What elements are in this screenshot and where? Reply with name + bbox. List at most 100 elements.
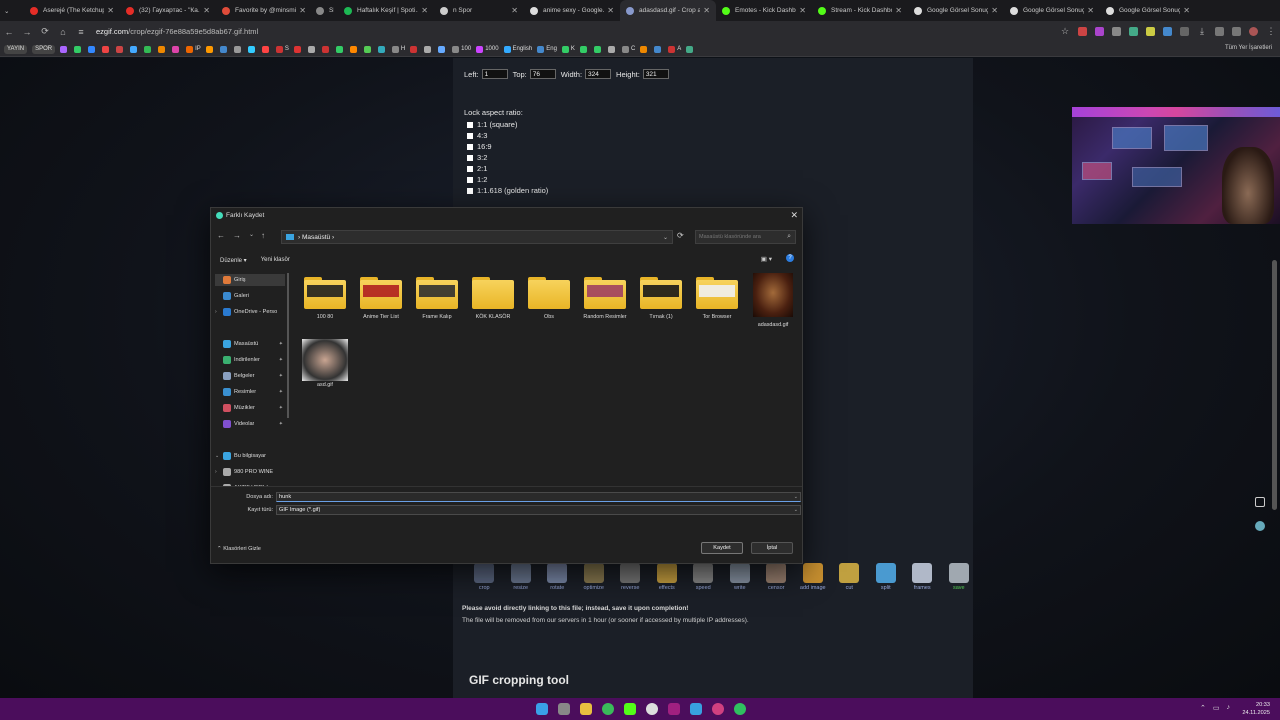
tab-close-icon[interactable]: ✕ xyxy=(1087,6,1094,15)
task-view-icon[interactable] xyxy=(558,703,570,715)
expand-chevron-icon[interactable]: ⌄ xyxy=(215,453,223,459)
tool-reverse[interactable]: reverse xyxy=(612,563,649,591)
aspect-ratio-option[interactable]: 16:9 xyxy=(464,141,548,152)
bookmark-item[interactable] xyxy=(172,45,181,53)
chevron-down-icon[interactable]: ⌄ xyxy=(663,234,668,241)
bookmark-item[interactable] xyxy=(205,45,215,53)
tab-close-icon[interactable]: ✕ xyxy=(511,6,518,15)
folder-item[interactable]: KÖK KLASÖR xyxy=(465,273,521,321)
bookmark-item[interactable]: 100 xyxy=(452,45,471,53)
folder-item[interactable]: Random Resimler xyxy=(577,273,633,321)
nav-item[interactable]: ⌄ Bu bilgisayar xyxy=(215,450,285,462)
bookmark-item[interactable] xyxy=(74,45,83,53)
bookmark-item[interactable] xyxy=(579,45,589,53)
reload-icon[interactable]: ⟳ xyxy=(36,26,54,37)
bookmark-item[interactable] xyxy=(335,45,345,53)
folder-item[interactable]: 100 80 xyxy=(297,273,353,321)
height-input[interactable]: 321 xyxy=(642,69,669,79)
avatar[interactable] xyxy=(1249,27,1258,36)
browser-tab[interactable]: Google Görsel Sonuç... ✕ xyxy=(1100,0,1196,21)
folder-item[interactable]: Obs xyxy=(521,273,577,321)
browser-tab[interactable]: Google Görsel Sonuç... ✕ xyxy=(1004,0,1100,21)
browser-tab[interactable]: anime sexy - Google... ✕ xyxy=(524,0,620,21)
tool-optimize[interactable]: optimize xyxy=(576,563,613,591)
checkbox[interactable] xyxy=(467,143,473,150)
top-input[interactable]: 76 xyxy=(529,69,556,79)
checkbox[interactable] xyxy=(467,165,473,172)
checkbox[interactable] xyxy=(467,187,473,194)
nav-item[interactable]: › OneDrive - Perso xyxy=(215,306,285,318)
back-arrow-icon[interactable]: ← xyxy=(217,231,233,240)
width-input[interactable]: 324 xyxy=(585,69,612,79)
tool-save[interactable]: save xyxy=(941,563,978,591)
aspect-ratio-option[interactable]: 3:2 xyxy=(464,152,548,163)
aspect-ratio-option[interactable]: 1:1 (square) xyxy=(464,119,548,130)
browser-tab[interactable]: adasdasd.gif - Crop a... ✕ xyxy=(620,0,716,21)
star-icon[interactable]: ☆ xyxy=(1056,26,1074,37)
checkbox[interactable] xyxy=(467,176,473,183)
view-options-icon[interactable]: ▣ ▾ xyxy=(761,255,772,263)
copilot-icon[interactable] xyxy=(1255,521,1265,531)
bookmark-item[interactable] xyxy=(247,45,257,53)
menu-icon[interactable]: ⋮ xyxy=(1262,26,1280,37)
bookmark-item[interactable]: C xyxy=(621,45,635,53)
bookmark-item[interactable] xyxy=(349,45,359,53)
forward-icon[interactable]: → xyxy=(18,27,36,37)
bookmark-item[interactable]: SPOR xyxy=(32,44,56,54)
extension-icon[interactable] xyxy=(1129,27,1138,36)
bookmark-item[interactable] xyxy=(219,45,229,53)
folder-item[interactable]: Tor Browser xyxy=(689,273,745,321)
save-button[interactable]: Kaydet xyxy=(701,542,743,554)
tab-list-button[interactable]: ⌄ xyxy=(0,0,24,21)
bookmark-item[interactable] xyxy=(307,45,317,53)
tool-crop[interactable]: crop xyxy=(466,563,503,591)
bookmark-item[interactable] xyxy=(261,45,271,53)
recent-chevron-icon[interactable]: ⌄ xyxy=(249,231,261,240)
bookmark-item[interactable]: A xyxy=(668,45,681,53)
bookmark-item[interactable] xyxy=(640,45,649,53)
bookmark-item[interactable]: English xyxy=(503,45,532,53)
bookmark-item[interactable] xyxy=(363,45,373,53)
bookmark-item[interactable] xyxy=(424,45,433,53)
tool-frames[interactable]: frames xyxy=(904,563,941,591)
tool-resize[interactable]: resize xyxy=(503,563,540,591)
browser-tab[interactable]: Emotes - Kick Dashb... ✕ xyxy=(716,0,812,21)
page-scrollbar[interactable] xyxy=(1272,260,1277,510)
file-item[interactable]: asd.gif xyxy=(297,339,353,389)
help-icon[interactable]: ? xyxy=(786,254,794,262)
new-folder-button[interactable]: Yeni klasör xyxy=(261,257,290,263)
browser-icon[interactable] xyxy=(712,703,724,715)
sidebar-icon[interactable] xyxy=(1215,27,1224,36)
home-icon[interactable]: ⌂ xyxy=(54,27,72,37)
bookmark-item[interactable] xyxy=(438,45,447,53)
nav-item[interactable]: Masaüstü ✦ xyxy=(215,338,285,350)
tab-close-icon[interactable]: ✕ xyxy=(991,6,998,15)
bookmark-item[interactable] xyxy=(88,45,97,53)
browser-tab[interactable]: Stream - Kick Dashbo...✕ xyxy=(812,0,908,21)
file-item[interactable]: adasdasd.gif xyxy=(745,273,801,329)
bookmark-item[interactable] xyxy=(60,45,69,53)
nav-item[interactable]: Giriş xyxy=(215,274,285,286)
nav-item[interactable]: İndirilenler ✦ xyxy=(215,354,285,366)
file-explorer-icon[interactable] xyxy=(580,703,592,715)
tool-add-image[interactable]: add image xyxy=(795,563,832,591)
browser-tab[interactable]: (32) Гаухартас - "Ка... ✕ xyxy=(120,0,216,21)
chevron-down-icon[interactable]: ⌄ xyxy=(794,506,798,514)
url-field[interactable]: ezgif.com/crop/ezgif-76e88a59e5d8ab67.gi… xyxy=(96,27,1056,36)
browser-tab[interactable]: Aserejé (The Ketchup...✕ xyxy=(24,0,120,21)
extension-icon[interactable] xyxy=(1095,27,1104,36)
browser-tab[interactable]: Haftalık Keşif | Spoti... ✕ xyxy=(338,0,434,21)
bookmark-item[interactable] xyxy=(158,45,167,53)
tool-write[interactable]: write xyxy=(722,563,759,591)
download-icon[interactable]: ⤓ xyxy=(1193,26,1211,37)
nav-item[interactable]: Resimler ✦ xyxy=(215,386,285,398)
tab-close-icon[interactable]: ✕ xyxy=(895,6,902,15)
nav-item[interactable]: Galeri xyxy=(215,290,285,302)
checkbox[interactable] xyxy=(467,132,473,139)
checkbox[interactable] xyxy=(467,121,473,128)
cancel-button[interactable]: İptal xyxy=(751,542,793,554)
start-icon[interactable] xyxy=(536,703,548,715)
tool-cut[interactable]: cut xyxy=(831,563,868,591)
bookmark-item[interactable] xyxy=(144,45,153,53)
bookmark-item[interactable]: YAYIN xyxy=(4,44,28,54)
